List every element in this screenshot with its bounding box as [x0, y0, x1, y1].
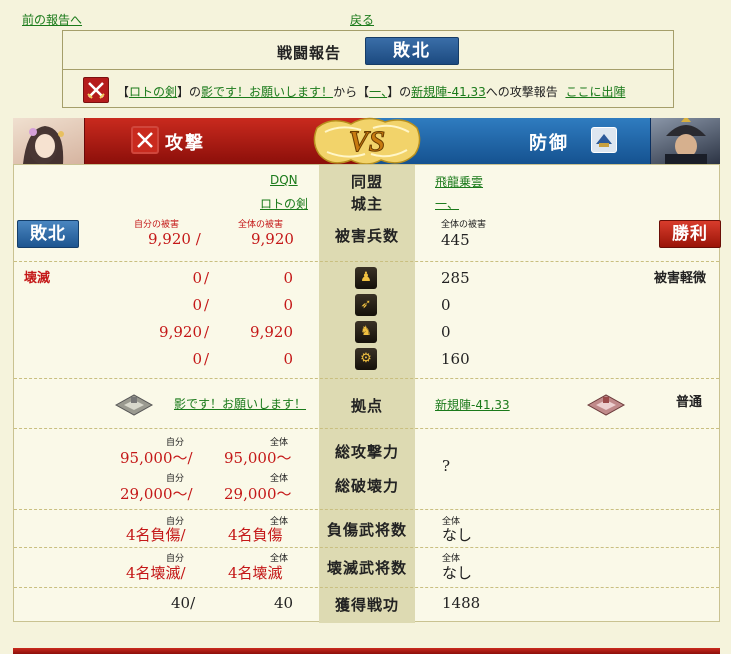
- bow-icon: ➶: [355, 294, 377, 316]
- attacker-base-link[interactable]: 影です！お願いします！: [201, 85, 333, 99]
- sortie-here-link[interactable]: ここに出陣: [565, 85, 625, 99]
- next-banner-strip: [13, 648, 720, 654]
- attacker-city-link[interactable]: ロトの剣: [129, 85, 177, 99]
- defender-alliance-link[interactable]: 飛龍乗雲: [435, 173, 483, 190]
- unit-slash: /: [204, 269, 210, 287]
- horse-icon: ♞: [355, 321, 377, 343]
- siege-icon: ⚙: [355, 348, 377, 370]
- attack-label: 攻撃: [165, 133, 205, 154]
- attacker-all-total: 9,920: [251, 230, 294, 248]
- attacker-base-link[interactable]: 影です！お願いします！: [174, 395, 306, 412]
- merit-own: 40/: [171, 594, 196, 612]
- row-separator: [14, 261, 719, 262]
- row-separator: [14, 587, 719, 588]
- merit-all: 40: [274, 594, 294, 612]
- lord-label: 城主: [350, 195, 383, 213]
- all-damage-caption: 全体の被害: [238, 220, 284, 230]
- prev-report-link[interactable]: 前の報告へ: [22, 11, 82, 28]
- defense-shield-icon: [591, 127, 617, 153]
- destroy-power-own: 29,000～/: [120, 485, 193, 503]
- unit-slash: /: [204, 296, 210, 314]
- unit-own-loss: 0: [192, 350, 202, 368]
- attacker-lose-badge: 敗北: [17, 220, 79, 248]
- defender-castle-icon: [586, 391, 626, 417]
- attack-swords-icon: [131, 126, 159, 154]
- attacker-own-total: 9,920 /: [148, 230, 201, 248]
- attack-power-own: 95,000～/: [120, 449, 193, 467]
- unit-def-loss: 285: [441, 269, 470, 287]
- unit-all-loss: 9,920: [250, 323, 293, 341]
- defender-damage-caption: 全体の被害: [441, 220, 487, 230]
- defender-base-type: 普通: [676, 395, 703, 410]
- crossed-swords-icon: [83, 77, 109, 103]
- unit-own-loss: 0: [192, 296, 202, 314]
- row-separator: [14, 378, 719, 379]
- destroyed-own: 4名壊滅/: [126, 564, 186, 582]
- defender-name-link[interactable]: 一、: [369, 85, 387, 99]
- injured-label: 負傷武将数: [326, 521, 407, 539]
- vs-banner: 攻撃 VS 防御: [13, 117, 720, 165]
- report-title: 戦闘報告: [277, 44, 342, 62]
- destroyed-all: 4名壊滅: [228, 564, 283, 582]
- alliance-label: 同盟: [350, 173, 383, 191]
- result-badge: 敗北: [365, 37, 459, 65]
- defender-status: 被害軽微: [654, 271, 707, 286]
- defender-power: ?: [442, 457, 451, 475]
- defender-base-link[interactable]: 新規陣-41,33: [411, 85, 486, 99]
- back-link[interactable]: 戻る: [350, 11, 374, 28]
- row-separator: [14, 547, 719, 548]
- defender-win-badge: 勝利: [659, 220, 721, 248]
- destroyed-label: 壊滅武将数: [326, 559, 407, 577]
- unit-def-loss: 0: [441, 323, 451, 341]
- attack-power-label: 総攻撃力: [334, 443, 399, 461]
- attacker-alliance-link[interactable]: DQN: [270, 173, 298, 187]
- unit-own-loss: 0: [192, 269, 202, 287]
- vs-emblem: VS: [311, 114, 423, 168]
- unit-slash: /: [204, 323, 210, 341]
- own-damage-caption: 自分の被害: [134, 220, 180, 230]
- unit-all-loss: 0: [283, 269, 293, 287]
- report-summary-line: 【ロトの剣】の影です！お願いします！から【一、】の新規陣-41,33への攻撃報告…: [83, 77, 663, 103]
- defender-base-link[interactable]: 新規陣-41,33: [435, 396, 510, 413]
- defender-avatar: [650, 118, 720, 164]
- report-title-row: 戦闘報告 敗北: [63, 31, 673, 70]
- casualty-label: 被害兵数: [334, 227, 399, 245]
- attacker-lord-link[interactable]: ロトの剣: [260, 195, 308, 212]
- destroy-power-all: 29,000～: [224, 485, 292, 503]
- unit-all-loss: 0: [283, 296, 293, 314]
- unit-def-loss: 0: [441, 296, 451, 314]
- defender-injured: なし: [442, 526, 473, 544]
- attack-power-all: 95,000～: [224, 449, 292, 467]
- vs-text: VS: [349, 125, 386, 158]
- unit-own-loss: 9,920: [159, 323, 202, 341]
- report-header: 戦闘報告 敗北 【ロトの剣】の影です！お願いします！から【一、】の新規陣-41,…: [62, 30, 674, 108]
- defender-merit: 1488: [442, 594, 481, 612]
- attacker-status: 壊滅: [24, 271, 51, 286]
- unit-slash: /: [204, 350, 210, 368]
- attacker-castle-icon: [114, 391, 154, 417]
- attacker-avatar: [13, 118, 85, 164]
- injured-own: 4名負傷/: [126, 526, 186, 544]
- destroy-power-label: 総破壊力: [334, 477, 399, 495]
- unit-all-loss: 0: [283, 350, 293, 368]
- row-separator: [14, 509, 719, 510]
- defender-lord-link[interactable]: 一、: [435, 195, 459, 212]
- row-separator: [14, 428, 719, 429]
- defender-total: 445: [441, 231, 470, 249]
- defense-label: 防御: [529, 133, 569, 154]
- base-label: 拠点: [350, 397, 383, 415]
- unit-def-loss: 160: [441, 350, 470, 368]
- battle-table: 同盟 城主 DQN ロトの剣 飛龍乗雲 一、 敗北 勝利 自分の被害 全体の被害…: [13, 164, 721, 623]
- spear-icon: ♟: [355, 267, 377, 289]
- merit-label: 獲得戦功: [334, 596, 399, 614]
- injured-all: 4名負傷: [228, 526, 283, 544]
- report-summary-text: 【ロトの剣】の影です！お願いします！から【一、】の新規陣-41,33への攻撃報告…: [117, 85, 626, 99]
- defender-destroyed: なし: [442, 564, 473, 582]
